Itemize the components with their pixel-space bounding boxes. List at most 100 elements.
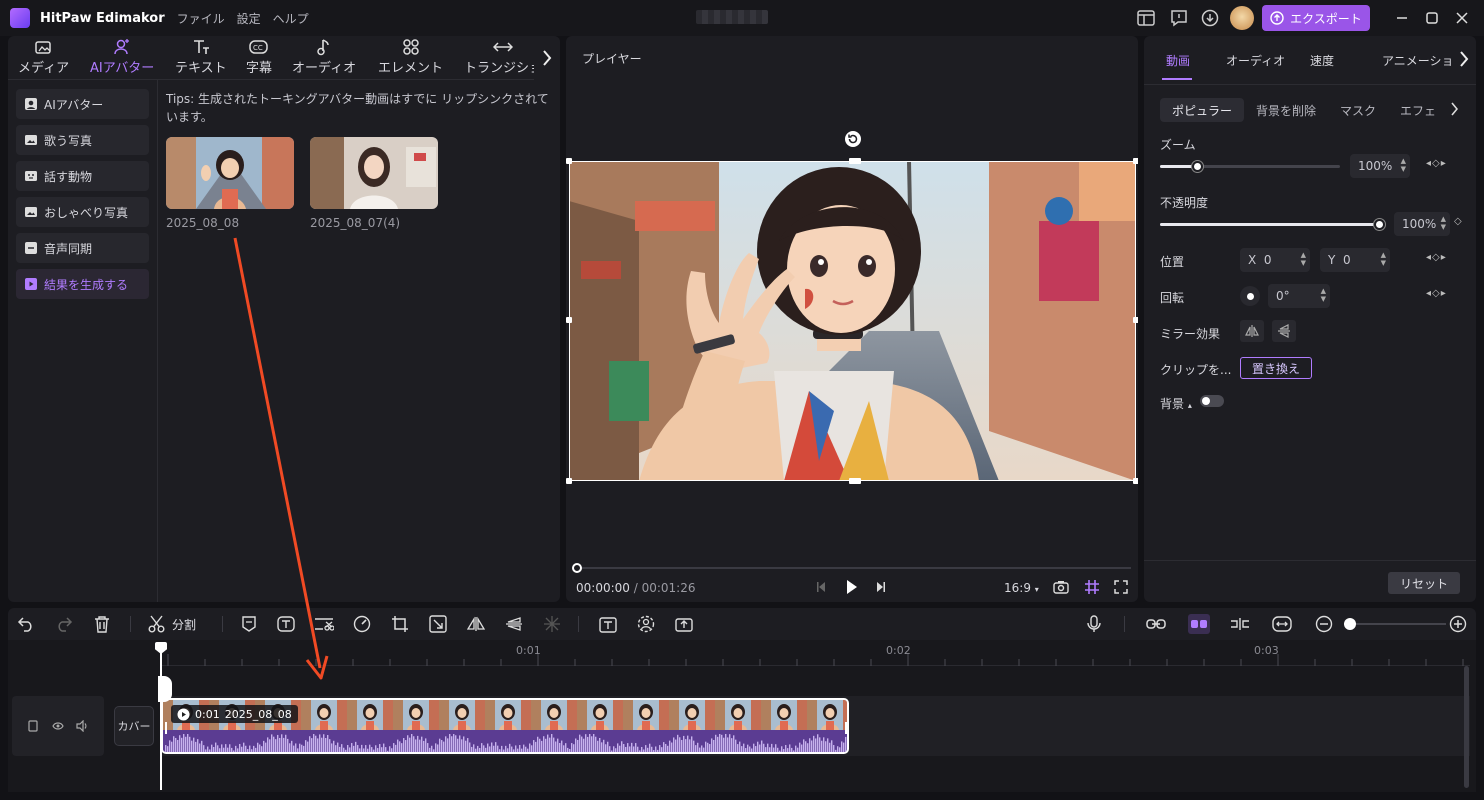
rotate-dial[interactable] [1240,286,1260,306]
sidebar-item-generate-result[interactable]: 結果を生成する [16,269,149,299]
spinner-icon[interactable]: ▲ ▼ [1441,215,1446,231]
tab-audio[interactable]: オーディオ [1226,52,1285,69]
fit-timeline-icon[interactable] [1272,614,1292,634]
chevron-right-icon[interactable] [1450,102,1458,116]
text-box-icon[interactable] [276,614,296,634]
rotate-handle-icon[interactable] [844,130,862,148]
resize-handle[interactable] [566,478,572,484]
opacity-input[interactable]: 100% ▲ ▼ [1394,212,1450,236]
speaker-icon[interactable] [76,720,88,732]
background-toggle[interactable] [1200,395,1224,407]
crop-icon[interactable] [390,614,410,634]
sidebar-item-lip-sync[interactable]: 音声同期 [16,233,149,263]
media-thumbnail[interactable] [310,137,438,209]
resize-handle[interactable] [1133,317,1138,323]
playhead[interactable] [160,644,162,790]
timeline-zoom-slider[interactable] [1344,623,1446,625]
cut-clip-icon[interactable] [314,614,334,634]
tab-audio[interactable]: オーディオ [292,36,356,80]
minimize-icon[interactable] [1392,8,1412,28]
zoom-slider-knob[interactable] [1192,161,1203,172]
video-clip[interactable]: 0:01 2025_08_08 [161,698,849,754]
flip-icon[interactable] [466,614,486,634]
sidebar-item-talking-photo[interactable]: おしゃべり写真 [16,197,149,227]
tab-subtitles[interactable]: CC 字幕 [246,36,272,80]
timeline-zoom-knob[interactable] [1344,618,1356,630]
face-icon[interactable] [636,614,656,634]
user-avatar[interactable] [1230,6,1254,30]
resize-icon[interactable] [428,614,448,634]
spinner-icon[interactable]: ▲ ▼ [1401,157,1406,173]
zoom-out-icon[interactable] [1314,614,1334,634]
zoom-input[interactable]: 100% ▲ ▼ [1350,154,1410,178]
download-icon[interactable] [1199,7,1221,29]
tab-animation[interactable]: アニメーショ [1382,52,1454,69]
menu-file[interactable]: ファイル [177,10,225,27]
subtab-popular[interactable]: ポピュラー [1160,98,1244,122]
subtab-mask[interactable]: マスク [1340,98,1376,122]
spinner-icon[interactable]: ▲ ▼ [1321,287,1326,303]
keyframe-icon[interactable]: ◂◇▸ [1426,288,1447,299]
tab-speed[interactable]: 速度 [1310,52,1334,69]
tab-text[interactable]: テキスト [175,36,227,80]
grid-icon[interactable] [1084,579,1100,595]
spinner-icon[interactable]: ▲ ▼ [1381,251,1386,267]
link-icon[interactable] [1146,614,1166,634]
clip-trim-handle-right[interactable] [845,722,847,734]
menu-help[interactable]: ヘルプ [273,10,309,27]
keyframe-icon[interactable]: ◇ [1454,216,1463,227]
speed-icon[interactable] [352,614,372,634]
marker-icon[interactable] [239,614,259,634]
tab-ai-avatar[interactable]: AIアバター [90,36,154,80]
tab-transitions[interactable]: トランジショ [464,36,542,80]
tab-video[interactable]: 動画 [1166,52,1190,69]
snapshot-icon[interactable] [1053,580,1069,594]
opacity-slider-knob[interactable] [1374,219,1385,230]
next-frame-icon[interactable] [876,581,886,593]
menu-settings[interactable]: 設定 [237,10,261,27]
magnet-icon[interactable] [1188,614,1210,634]
export-clip-icon[interactable] [674,614,694,634]
tabs-next-button[interactable] [1452,46,1476,72]
flip-vertical-icon[interactable] [504,614,524,634]
sidebar-item-ai-avatar[interactable]: AIアバター [16,89,149,119]
clip-trim-handle-left[interactable] [165,722,167,734]
split-button[interactable]: 分割 [148,614,196,634]
playhead-marker[interactable] [158,676,172,702]
prev-frame-icon[interactable] [816,581,826,593]
rotate-input[interactable]: 0° ▲ ▼ [1268,284,1330,308]
spinner-icon[interactable]: ▲ ▼ [1301,251,1306,267]
video-preview[interactable] [569,161,1136,481]
delete-icon[interactable] [92,614,112,634]
redo-icon[interactable] [54,614,74,634]
vertical-scrollbar[interactable] [1464,666,1469,788]
freeze-icon[interactable] [542,614,562,634]
mirror-horizontal-icon[interactable] [1240,320,1264,342]
eye-icon[interactable] [52,721,64,731]
resize-handle[interactable] [1133,478,1138,484]
seek-handle[interactable] [572,563,582,573]
split-track-icon[interactable] [1230,614,1250,634]
tabs-next-button[interactable] [534,36,560,80]
sidebar-item-singing-photo[interactable]: 歌う写真 [16,125,149,155]
sidebar-item-talking-animal[interactable]: 話す動物 [16,161,149,191]
mirror-vertical-icon[interactable] [1272,320,1296,342]
export-button[interactable]: エクスポート [1262,5,1370,31]
position-x-input[interactable]: X 0 ▲ ▼ [1240,248,1310,272]
resize-handle[interactable] [849,478,861,484]
maximize-icon[interactable] [1422,8,1442,28]
close-icon[interactable] [1452,8,1472,28]
resize-handle[interactable] [849,158,861,164]
feedback-icon[interactable] [1168,7,1190,29]
layout-icon[interactable] [1135,7,1157,29]
tab-media[interactable]: メディア [18,36,69,80]
subtab-remove-bg[interactable]: 背景を削除 [1256,98,1316,122]
resize-handle[interactable] [1133,158,1138,164]
undo-icon[interactable] [16,614,36,634]
seek-bar[interactable] [576,567,1131,569]
text-to-speech-icon[interactable] [598,614,618,634]
keyframe-icon[interactable]: ◂◇▸ [1426,158,1447,169]
tab-elements[interactable]: エレメント [378,36,443,80]
fullscreen-icon[interactable] [1114,580,1128,594]
position-y-input[interactable]: Y 0 ▲ ▼ [1320,248,1390,272]
